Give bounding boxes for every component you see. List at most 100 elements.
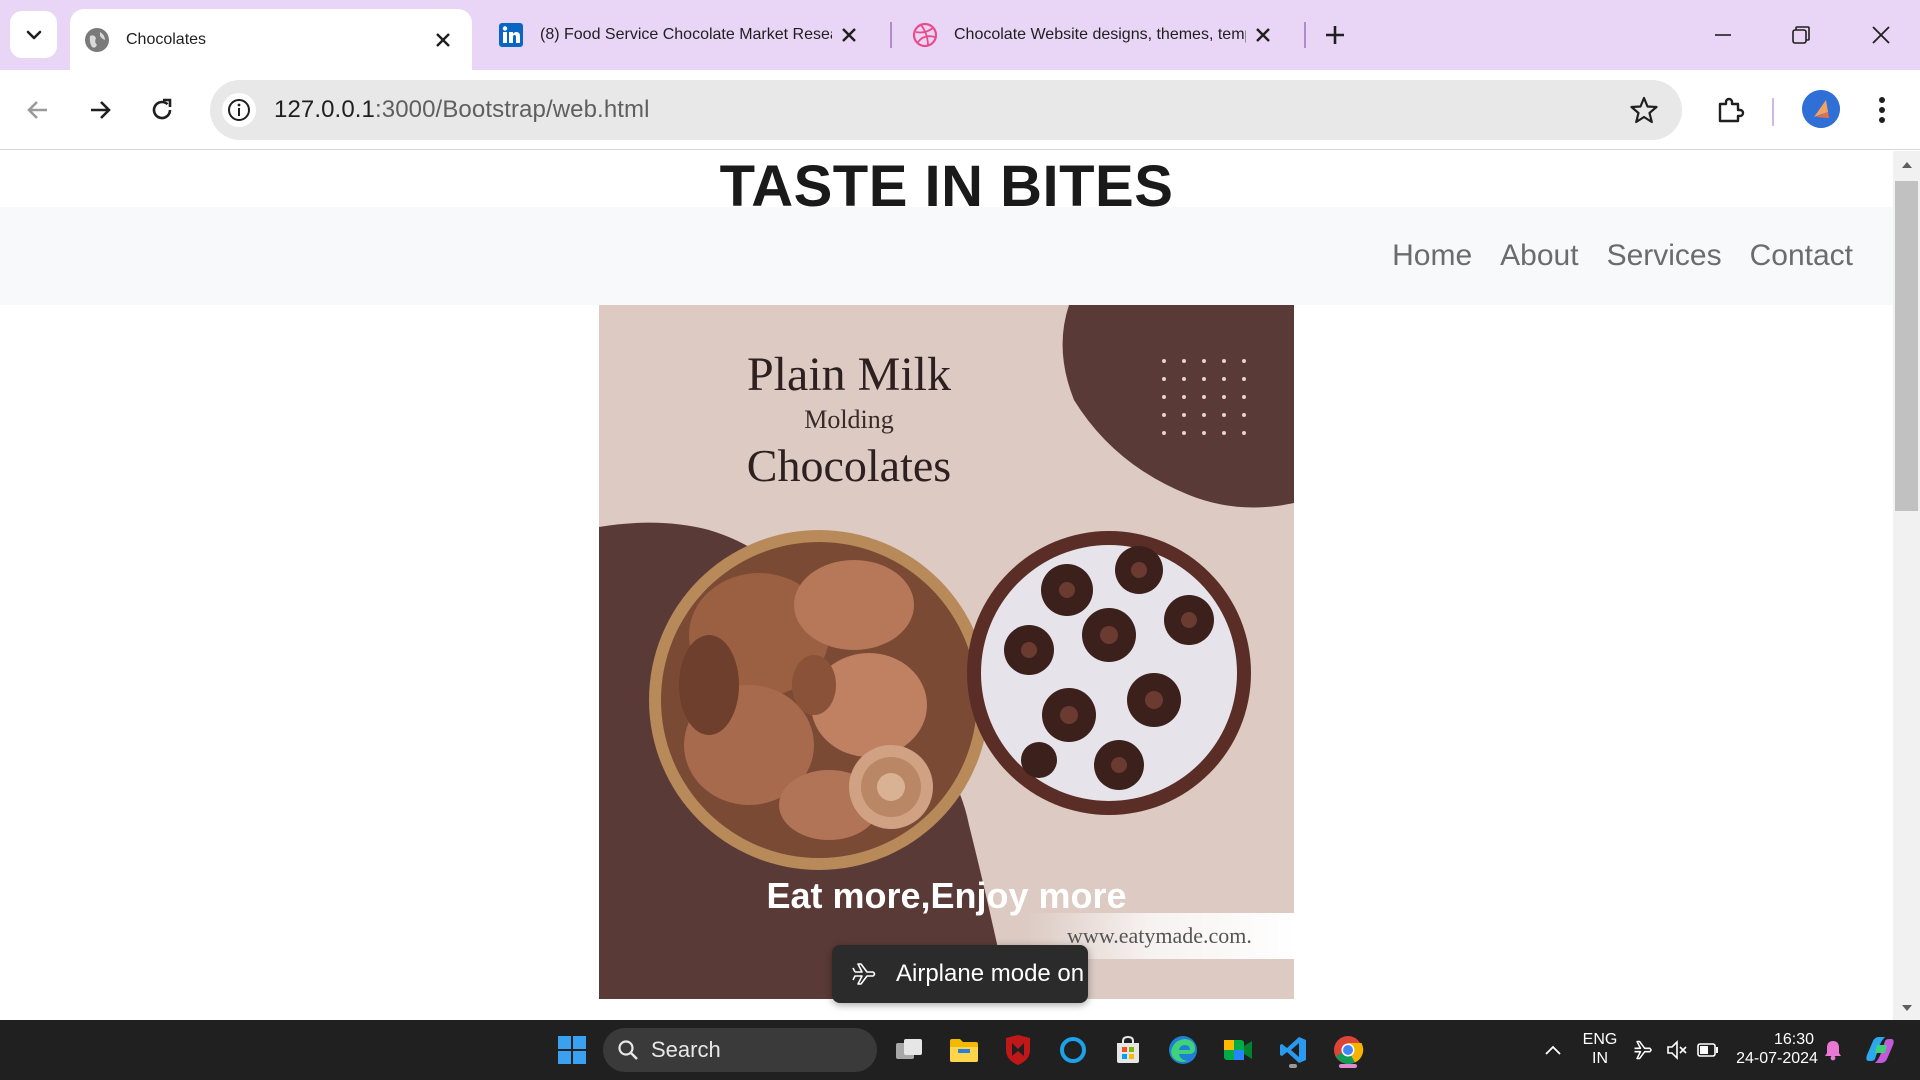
notifications-bell-icon[interactable] bbox=[1818, 1030, 1848, 1070]
edge-button[interactable] bbox=[1163, 1030, 1203, 1070]
edge-icon bbox=[1169, 1036, 1197, 1064]
toast-text: Airplane mode on bbox=[896, 960, 1085, 987]
kebab-menu-icon bbox=[1879, 97, 1885, 123]
close-tab-icon[interactable] bbox=[426, 23, 460, 57]
dribbble-icon bbox=[912, 22, 938, 48]
plus-icon bbox=[1326, 26, 1344, 44]
restore-button[interactable] bbox=[1778, 12, 1824, 58]
extensions-button[interactable] bbox=[1708, 88, 1752, 132]
start-button[interactable] bbox=[552, 1030, 592, 1070]
site-info-button[interactable] bbox=[222, 93, 256, 127]
meet-app-button[interactable] bbox=[1218, 1030, 1258, 1070]
show-hidden-icons-button[interactable] bbox=[1533, 1030, 1573, 1070]
tab-linkedin[interactable]: (8) Food Service Chocolate Market Resear… bbox=[484, 0, 886, 70]
tab-title: (8) Food Service Chocolate Market Resear… bbox=[540, 26, 832, 43]
browser-menu-button[interactable] bbox=[1862, 88, 1902, 132]
address-bar[interactable]: 127.0.0.1:3000/Bootstrap/web.html bbox=[210, 80, 1682, 140]
tab-search-button[interactable] bbox=[10, 11, 57, 58]
clock-date: 24-07-2024 bbox=[1736, 1050, 1818, 1067]
profile-avatar[interactable] bbox=[1802, 90, 1840, 128]
tab-chocolates[interactable]: Chocolates bbox=[70, 9, 472, 70]
minimize-button[interactable] bbox=[1700, 12, 1746, 58]
site-title: TASTE IN BITES bbox=[719, 154, 1174, 219]
close-icon bbox=[1872, 26, 1890, 44]
language-line2: IN bbox=[1592, 1050, 1608, 1067]
close-window-button[interactable] bbox=[1858, 12, 1904, 58]
page-scrollbar[interactable] bbox=[1893, 151, 1920, 1020]
tab-separator bbox=[1304, 22, 1306, 48]
hero-title-line2: Molding bbox=[804, 405, 894, 434]
airplane-status-icon[interactable] bbox=[1628, 1030, 1658, 1070]
nav-services-link[interactable]: Services bbox=[1607, 239, 1722, 273]
hero-caption: Eat more,Enjoy more bbox=[766, 875, 1127, 916]
back-button[interactable] bbox=[16, 88, 60, 132]
task-view-icon bbox=[896, 1039, 922, 1059]
mcafee-button[interactable] bbox=[998, 1030, 1038, 1070]
taskbar-search[interactable]: Search bbox=[603, 1028, 877, 1072]
chevron-up-icon bbox=[1545, 1045, 1561, 1055]
running-indicator bbox=[1289, 1064, 1297, 1068]
tab-title: Chocolate Website designs, themes, templ… bbox=[954, 26, 1246, 43]
tab-title: Chocolates bbox=[126, 30, 207, 48]
cortana-button[interactable] bbox=[1053, 1030, 1093, 1070]
reload-button[interactable] bbox=[140, 88, 184, 132]
folder-icon bbox=[950, 1039, 978, 1062]
vscode-icon bbox=[1280, 1037, 1306, 1063]
microsoft-store-button[interactable] bbox=[1108, 1030, 1148, 1070]
site-navbar: Home About Services Contact bbox=[0, 207, 1893, 305]
toolbar-separator bbox=[1772, 98, 1774, 126]
chevron-down-icon bbox=[26, 30, 41, 39]
hero-title-line3: Chocolates bbox=[746, 440, 952, 491]
browser-toolbar: 127.0.0.1:3000/Bootstrap/web.html bbox=[0, 70, 1920, 150]
tab-dribbble[interactable]: Chocolate Website designs, themes, templ… bbox=[898, 0, 1302, 70]
forward-button[interactable] bbox=[78, 88, 122, 132]
clock[interactable]: 16:30 24-07-2024 bbox=[1732, 1030, 1822, 1068]
minimize-icon bbox=[1715, 34, 1731, 36]
tab-strip: Chocolates (8) Food Service Chocolate Ma… bbox=[0, 0, 1920, 70]
scroll-thumb[interactable] bbox=[1895, 181, 1918, 511]
scroll-down-arrow-icon[interactable] bbox=[1893, 998, 1920, 1018]
active-indicator bbox=[1339, 1064, 1357, 1068]
globe-icon bbox=[84, 27, 110, 53]
new-tab-button[interactable] bbox=[1316, 16, 1354, 54]
tab-separator bbox=[890, 22, 892, 48]
reload-icon bbox=[152, 98, 172, 120]
url-path: :3000/Bootstrap/web.html bbox=[375, 96, 650, 123]
battery-icon[interactable] bbox=[1693, 1030, 1723, 1070]
file-explorer-button[interactable] bbox=[944, 1030, 984, 1070]
close-tab-icon[interactable] bbox=[1246, 18, 1280, 52]
info-icon bbox=[228, 99, 250, 121]
windows-taskbar: Search ENG IN 16:30 24-07-2024 bbox=[0, 1020, 1920, 1080]
hero-image: Plain Milk Molding Chocolates www.eatyma… bbox=[599, 305, 1294, 999]
vscode-button[interactable] bbox=[1273, 1030, 1313, 1070]
shield-icon bbox=[1006, 1035, 1030, 1065]
nav-about-link[interactable]: About bbox=[1500, 239, 1578, 273]
puzzle-icon bbox=[1718, 97, 1745, 123]
language-line1: ENG bbox=[1582, 1031, 1618, 1048]
restore-icon bbox=[1792, 26, 1810, 44]
search-icon bbox=[618, 1040, 638, 1060]
url-text[interactable]: 127.0.0.1:3000/Bootstrap/web.html bbox=[274, 96, 650, 124]
airplane-icon bbox=[850, 961, 880, 987]
search-label: Search bbox=[651, 1037, 721, 1062]
star-icon bbox=[1630, 96, 1658, 124]
chrome-button[interactable] bbox=[1328, 1030, 1368, 1070]
language-indicator[interactable]: ENG IN bbox=[1578, 1030, 1622, 1068]
store-bag-icon bbox=[1117, 1035, 1139, 1063]
bookmark-star-button[interactable] bbox=[1626, 92, 1662, 128]
nav-contact-link[interactable]: Contact bbox=[1750, 239, 1853, 273]
windows-logo-icon bbox=[558, 1036, 586, 1064]
chrome-icon bbox=[1334, 1036, 1364, 1065]
scroll-up-arrow-icon[interactable] bbox=[1893, 155, 1920, 175]
task-view-button[interactable] bbox=[889, 1030, 929, 1070]
close-tab-icon[interactable] bbox=[832, 18, 866, 52]
nav-home-link[interactable]: Home bbox=[1392, 239, 1472, 273]
video-camera-icon bbox=[1224, 1040, 1252, 1060]
copilot-icon[interactable] bbox=[1860, 1030, 1900, 1070]
url-host: 127.0.0.1 bbox=[274, 96, 375, 123]
volume-muted-icon[interactable] bbox=[1662, 1030, 1692, 1070]
linkedin-icon bbox=[498, 22, 524, 48]
clock-time: 16:30 bbox=[1773, 1031, 1814, 1048]
forward-arrow-icon bbox=[91, 101, 111, 119]
back-arrow-icon bbox=[27, 101, 47, 119]
